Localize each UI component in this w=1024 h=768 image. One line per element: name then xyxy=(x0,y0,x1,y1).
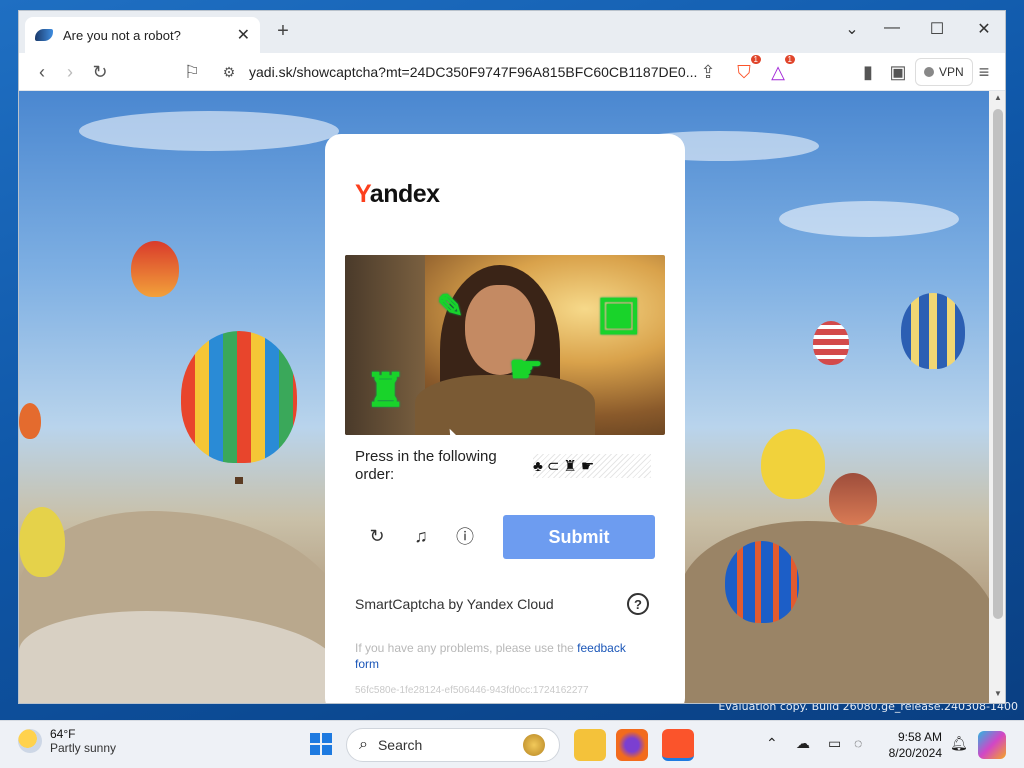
reload-button[interactable]: ↻ xyxy=(87,59,113,85)
shirt-shape-icon[interactable]: ♜ xyxy=(365,363,406,417)
rewards-badge: 1 xyxy=(784,55,795,64)
captcha-image[interactable]: ✎ ▣ ♜ ☛ xyxy=(345,255,665,435)
yandex-favicon-icon xyxy=(35,29,53,41)
firefox-icon[interactable] xyxy=(616,729,648,761)
wallet-icon[interactable]: ▣ xyxy=(885,59,911,85)
help-icon[interactable]: ? xyxy=(627,593,649,615)
problems-text: If you have any problems, please use the… xyxy=(355,641,626,671)
brave-shields-icon[interactable]: ⛉ 1 xyxy=(731,55,761,85)
start-tile xyxy=(310,733,320,743)
partly-sunny-icon xyxy=(18,729,42,753)
menu-icon[interactable]: ≡ xyxy=(971,59,997,85)
bookmark-icon[interactable]: ⚐ xyxy=(179,59,205,85)
refresh-icon[interactable]: ↻ xyxy=(365,524,389,548)
paperclip-shape-icon[interactable]: ✎ xyxy=(437,287,464,325)
share-icon[interactable]: ⇪ xyxy=(695,59,721,85)
captcha-token: 56fc580e-1fe28124-ef506446-943fd0cc:1724… xyxy=(355,685,589,696)
vpn-label: VPN xyxy=(939,65,964,79)
search-highlight-icon xyxy=(523,734,545,756)
captcha-card: Yandex ✎ ▣ ♜ ☛ Press in the following or… xyxy=(325,134,685,703)
shirt-order-icon: ♜ xyxy=(563,458,577,475)
tab-list-chevron-icon[interactable]: ⌄ xyxy=(837,19,867,39)
captcha-prompt: Press in the following order: xyxy=(355,448,497,483)
image-dress xyxy=(415,375,595,435)
cloud xyxy=(79,111,339,151)
start-tile xyxy=(310,745,320,755)
network-icon[interactable]: ◌ xyxy=(854,735,862,751)
hot-air-balloon xyxy=(19,507,65,577)
scroll-up-icon[interactable]: ▲ xyxy=(993,93,1003,103)
scroll-down-icon[interactable]: ▼ xyxy=(993,689,1003,699)
audio-icon[interactable]: ♫ xyxy=(409,524,433,548)
clock-date: 8/20/2024 xyxy=(888,746,942,760)
search-label: Search xyxy=(377,737,423,753)
brave-rewards-icon[interactable]: △ 1 xyxy=(765,55,795,85)
hot-air-balloon xyxy=(19,403,41,439)
hot-air-balloon xyxy=(181,331,297,463)
hot-air-balloon xyxy=(131,241,179,297)
file-explorer-icon[interactable] xyxy=(574,729,606,761)
weather-temperature: 64°F xyxy=(50,727,76,741)
info-icon[interactable]: ⓘ xyxy=(453,524,477,548)
hot-air-balloon xyxy=(829,473,877,525)
tab-active[interactable]: Are you not a robot? ✕ xyxy=(25,17,260,53)
order-sequence: ♣ ⊂ ♜ ☛ xyxy=(533,454,651,478)
hot-air-balloon xyxy=(813,321,849,365)
search-icon: ⌕ xyxy=(359,736,368,753)
address-url: yadi.sk/showcaptcha?mt=24DC350F9747F96A8… xyxy=(249,64,698,80)
vpn-button[interactable]: VPN xyxy=(915,58,973,86)
notifications-bell-icon[interactable]: 🔔︎ xyxy=(950,735,968,752)
valley-hill xyxy=(679,521,989,703)
smartcaptcha-brand: SmartCaptcha by Yandex Cloud xyxy=(355,596,554,612)
sidebar-toggle-icon[interactable]: ▮ xyxy=(855,59,881,85)
submit-button[interactable]: Submit xyxy=(503,515,655,559)
minimize-button[interactable]: — xyxy=(877,19,907,37)
tab-bar: Are you not a robot? ✕ + ⌄ — ☐ ✕ xyxy=(19,11,1005,53)
taskbar-search[interactable]: ⌕ Search xyxy=(346,728,560,762)
hot-air-balloon xyxy=(725,541,799,623)
site-settings-icon[interactable]: ⚙ xyxy=(219,64,239,81)
forward-button[interactable]: › xyxy=(57,59,83,85)
brave-browser-icon[interactable] xyxy=(662,729,694,761)
start-button[interactable] xyxy=(310,733,332,755)
taskbar: 64°F Partly sunny ⌕ Search ⌃ ☁ ▭ ◌ 9:58 … xyxy=(0,720,1024,768)
browser-toolbar: ‹ › ↻ ⚐ ⚙ yadi.sk/showcaptcha?mt=24DC350… xyxy=(19,53,1005,91)
floppy-disk-shape-icon[interactable]: ▣ xyxy=(597,285,640,339)
hot-air-balloon xyxy=(761,429,825,499)
page-scrollbar[interactable]: ▲ ▼ xyxy=(989,91,1005,703)
clover-order-icon: ♣ xyxy=(533,457,543,475)
close-tab-icon[interactable]: ✕ xyxy=(237,25,250,45)
show-hidden-icons-chevron-icon[interactable]: ⌃ xyxy=(766,735,778,752)
hand-shape-icon[interactable]: ☛ xyxy=(509,347,543,392)
onedrive-icon[interactable]: ☁ xyxy=(796,735,810,752)
start-tile xyxy=(322,745,332,755)
hand-order-icon: ☛ xyxy=(580,458,595,475)
tab-title: Are you not a robot? xyxy=(63,27,181,43)
yandex-logo: Yandex xyxy=(355,180,440,208)
cloud xyxy=(779,201,959,237)
scroll-thumb[interactable] xyxy=(993,109,1003,619)
display-icon[interactable]: ▭ xyxy=(828,735,841,752)
browser-window: Are you not a robot? ✕ + ⌄ — ☐ ✕ ‹ › ↻ ⚐… xyxy=(18,10,1006,704)
address-bar[interactable]: ⚙ yadi.sk/showcaptcha?mt=24DC350F9747F96… xyxy=(219,57,699,87)
clock-time: 9:58 AM xyxy=(897,730,942,744)
hot-air-balloon xyxy=(901,293,965,369)
new-tab-button[interactable]: + xyxy=(271,20,295,43)
page-viewport: Yandex ✎ ▣ ♜ ☛ Press in the following or… xyxy=(19,91,989,703)
copilot-icon[interactable] xyxy=(978,731,1006,759)
paperclip-order-icon: ⊂ xyxy=(546,458,560,475)
shields-badge: 1 xyxy=(750,55,761,64)
back-button[interactable]: ‹ xyxy=(29,59,55,85)
maximize-button[interactable]: ☐ xyxy=(922,19,952,39)
weather-description: Partly sunny xyxy=(50,741,117,755)
weather-widget[interactable]: 64°F Partly sunny xyxy=(18,727,116,755)
clock[interactable]: 9:58 AM 8/20/2024 xyxy=(884,729,942,761)
start-tile xyxy=(322,733,332,743)
close-window-button[interactable]: ✕ xyxy=(969,19,999,39)
vpn-status-icon xyxy=(924,67,934,77)
balloon-basket xyxy=(235,477,243,484)
